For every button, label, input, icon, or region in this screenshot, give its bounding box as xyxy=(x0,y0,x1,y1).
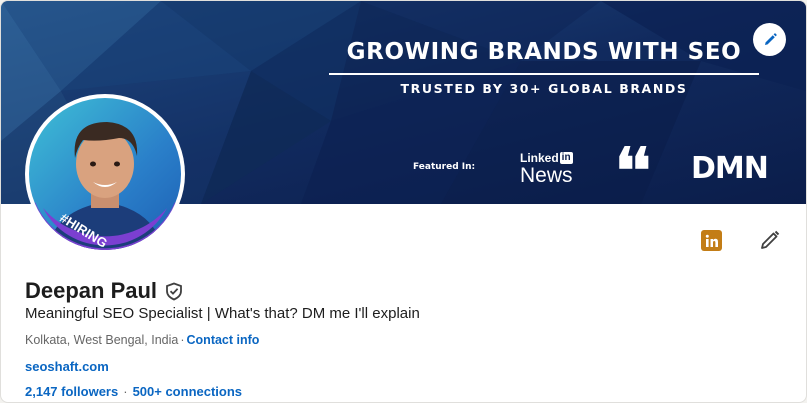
network-stats: 2,147 followers · 500+ connections xyxy=(25,384,242,399)
banner-divider xyxy=(329,73,759,75)
profile-name-row: Deepan Paul xyxy=(25,278,183,304)
pencil-icon xyxy=(761,230,780,249)
linkedin-icon xyxy=(705,234,718,247)
dmn-logo: DMN xyxy=(691,151,769,186)
edit-profile-button[interactable] xyxy=(759,229,781,251)
profile-card: GROWING BRANDS WITH SEO TRUSTED BY 30+ G… xyxy=(0,0,807,403)
location-line: Kolkata, West Bengal, India · Contact info xyxy=(25,333,259,347)
website-link[interactable]: seoshaft.com xyxy=(25,359,109,374)
linkedin-news-logo: Linked in News xyxy=(520,151,573,186)
linkedin-badge-button[interactable] xyxy=(701,230,722,251)
stats-separator: · xyxy=(123,384,128,399)
banner-featured-label: Featured In: xyxy=(413,162,476,172)
shield-check-icon[interactable] xyxy=(165,282,183,301)
profile-headline: Meaningful SEO Specialist | What's that?… xyxy=(25,305,420,322)
contact-info-link[interactable]: Contact info xyxy=(187,333,260,347)
edit-banner-button[interactable] xyxy=(753,23,786,56)
linkedin-news-text: Linked xyxy=(520,151,559,165)
followers-link[interactable]: 2,147 followers xyxy=(25,384,118,399)
avatar: #HIRING xyxy=(29,98,181,250)
linkedin-in-mark: in xyxy=(559,152,573,164)
pencil-icon xyxy=(764,32,777,45)
location-separator: · xyxy=(180,333,185,347)
banner-subheadline: TRUSTED BY 30+ GLOBAL BRANDS xyxy=(400,81,688,96)
connections-link[interactable]: 500+ connections xyxy=(133,384,242,399)
news-text: News xyxy=(520,164,573,187)
profile-name: Deepan Paul xyxy=(25,278,158,303)
banner-headline: GROWING BRANDS WITH SEO xyxy=(346,39,742,65)
profile-photo[interactable]: #HIRING xyxy=(25,94,185,254)
quotes-logo: ❛❛ xyxy=(615,134,651,204)
profile-location: Kolkata, West Bengal, India xyxy=(25,333,179,347)
